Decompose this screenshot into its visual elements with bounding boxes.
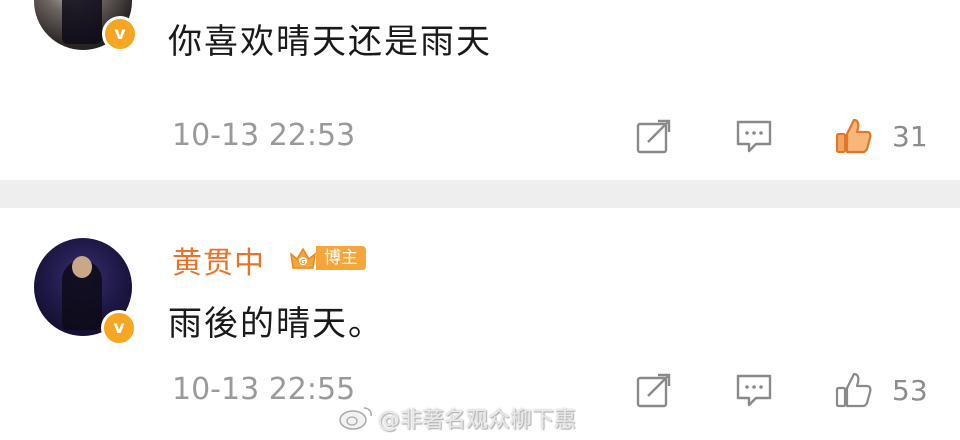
svg-text:G: G — [300, 258, 306, 266]
like-count: 31 — [892, 120, 928, 153]
comment-text: 雨後的晴天。 — [168, 304, 384, 344]
divider — [0, 180, 960, 208]
comment-icon[interactable] — [734, 370, 774, 410]
share-icon[interactable] — [634, 370, 674, 410]
comment-time: 10-13 22:53 — [172, 118, 356, 153]
comment-text: 你喜欢晴天还是雨天 — [168, 22, 492, 62]
share-icon[interactable] — [634, 116, 674, 156]
host-badge-label: 博主 — [316, 246, 366, 270]
author-name[interactable]: 黄贯中 — [172, 238, 265, 282]
thumbs-up-icon[interactable] — [834, 116, 874, 156]
host-badge: G 博主 — [288, 244, 366, 272]
comment-item: v 你喜欢晴天还是雨天 10-13 22:53 31 — [0, 0, 960, 180]
thumbs-up-icon[interactable] — [834, 370, 874, 410]
watermark: @非著名观众柳下惠 — [378, 408, 577, 433]
comment-time: 10-13 22:55 — [172, 372, 356, 407]
like-count: 53 — [892, 374, 928, 407]
verified-icon: v — [101, 310, 137, 346]
weibo-logo-icon — [339, 407, 372, 430]
avatar-figure — [62, 0, 102, 44]
verified-icon: v — [102, 16, 138, 52]
comment-icon[interactable] — [734, 116, 774, 156]
avatar-face — [72, 256, 92, 278]
crown-icon: G — [289, 247, 317, 269]
